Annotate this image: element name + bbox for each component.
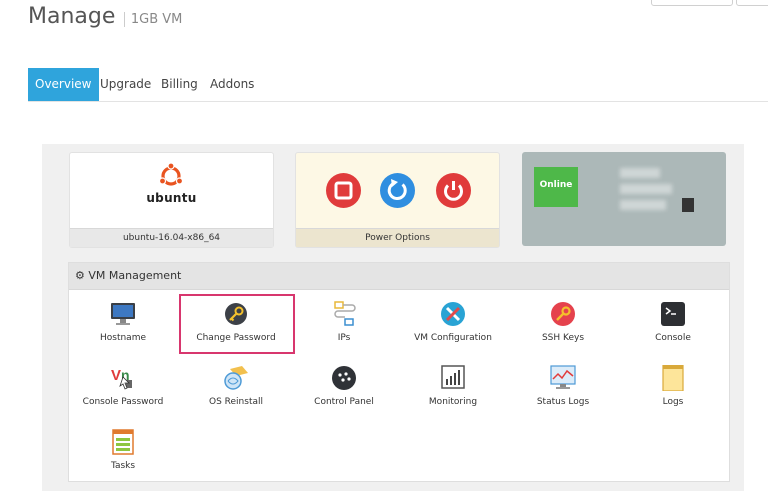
terminal-icon <box>661 302 685 326</box>
vnc-icon: V n <box>111 367 132 390</box>
status-logs-icon <box>550 365 576 389</box>
tasks-icon <box>112 429 134 455</box>
status-logs-tile[interactable]: Status Logs <box>509 365 617 421</box>
stop-button[interactable] <box>326 173 361 208</box>
page-header: Manage 1GB VM <box>28 4 183 29</box>
os-reinstall-label: OS Reinstall <box>209 397 263 407</box>
logs-tile[interactable]: Logs <box>619 365 727 421</box>
redacted-info <box>620 200 666 210</box>
restart-icon <box>387 179 407 200</box>
ssh-key-icon <box>551 302 575 326</box>
selection-highlight <box>179 294 295 354</box>
logs-label: Logs <box>662 397 684 407</box>
tab-bar: Overview Upgrade Billing Addons <box>28 68 768 102</box>
control-panel-tile[interactable]: Control Panel <box>290 365 398 421</box>
page-subtitle: 1GB VM <box>123 12 183 27</box>
os-reinstall-icon <box>224 366 248 390</box>
top-extra-button[interactable] <box>736 0 768 6</box>
status-card: Online <box>522 152 726 246</box>
vm-management-header: ⚙ VM Management <box>69 263 729 290</box>
os-reinstall-tile[interactable]: OS Reinstall <box>182 365 290 421</box>
gear-icon: ⚙ <box>75 269 85 282</box>
status-logs-label: Status Logs <box>536 397 590 407</box>
control-panel-label: Control Panel <box>314 397 374 407</box>
tab-addons[interactable]: Addons <box>210 68 254 101</box>
ssh-keys-label: SSH Keys <box>541 333 585 343</box>
os-name: ubuntu-16.04-x86_64 <box>70 228 273 247</box>
top-action-button[interactable] <box>651 0 733 6</box>
svg-text:V: V <box>111 367 121 384</box>
power-card: Power Options <box>295 152 500 248</box>
ips-tile[interactable]: IPs <box>290 301 398 357</box>
redacted-info <box>620 168 660 178</box>
ubuntu-logo-icon <box>158 163 184 186</box>
ubuntu-logo-text: ubuntu <box>146 191 197 205</box>
monitoring-label: Monitoring <box>428 397 478 407</box>
redacted-info <box>620 184 672 194</box>
hostname-label: Hostname <box>99 333 146 343</box>
tasks-tile[interactable]: Tasks <box>69 429 177 485</box>
redacted-block <box>682 198 694 212</box>
vm-configuration-tile[interactable]: VM Configuration <box>399 301 507 357</box>
vm-configuration-label: VM Configuration <box>414 333 492 343</box>
os-card: ubuntu ubuntu-16.04-x86_64 <box>69 152 274 248</box>
monitoring-icon <box>441 365 465 389</box>
console-password-label: Console Password <box>82 397 164 407</box>
overview-panel: ubuntu ubuntu-16.04-x86_64 Power Options… <box>42 144 744 491</box>
network-icon <box>334 301 356 326</box>
tab-overview[interactable]: Overview <box>28 68 99 101</box>
tasks-label: Tasks <box>110 461 136 471</box>
vm-management-title: VM Management <box>88 269 182 282</box>
monitor-icon <box>111 303 135 325</box>
tab-billing[interactable]: Billing <box>161 68 198 101</box>
config-tools-icon <box>441 302 465 326</box>
power-button[interactable] <box>436 173 471 208</box>
console-tile[interactable]: Console <box>619 301 727 357</box>
console-label: Console <box>655 333 691 343</box>
page-title: Manage <box>28 4 116 29</box>
power-icon <box>444 181 463 201</box>
stop-icon <box>334 181 353 200</box>
power-options-label: Power Options <box>296 228 499 247</box>
hostname-tile[interactable]: Hostname <box>69 301 177 357</box>
status-badge: Online <box>534 167 578 207</box>
monitoring-tile[interactable]: Monitoring <box>399 365 507 421</box>
vm-management-section: ⚙ VM Management Hostname Change Password <box>68 262 730 482</box>
ips-label: IPs <box>337 333 351 343</box>
ssh-keys-tile[interactable]: SSH Keys <box>509 301 617 357</box>
logs-icon <box>662 365 684 391</box>
control-panel-icon <box>332 366 356 390</box>
console-password-tile[interactable]: V n Console Password <box>69 365 177 421</box>
tab-upgrade[interactable]: Upgrade <box>100 68 151 101</box>
restart-button[interactable] <box>380 173 415 208</box>
